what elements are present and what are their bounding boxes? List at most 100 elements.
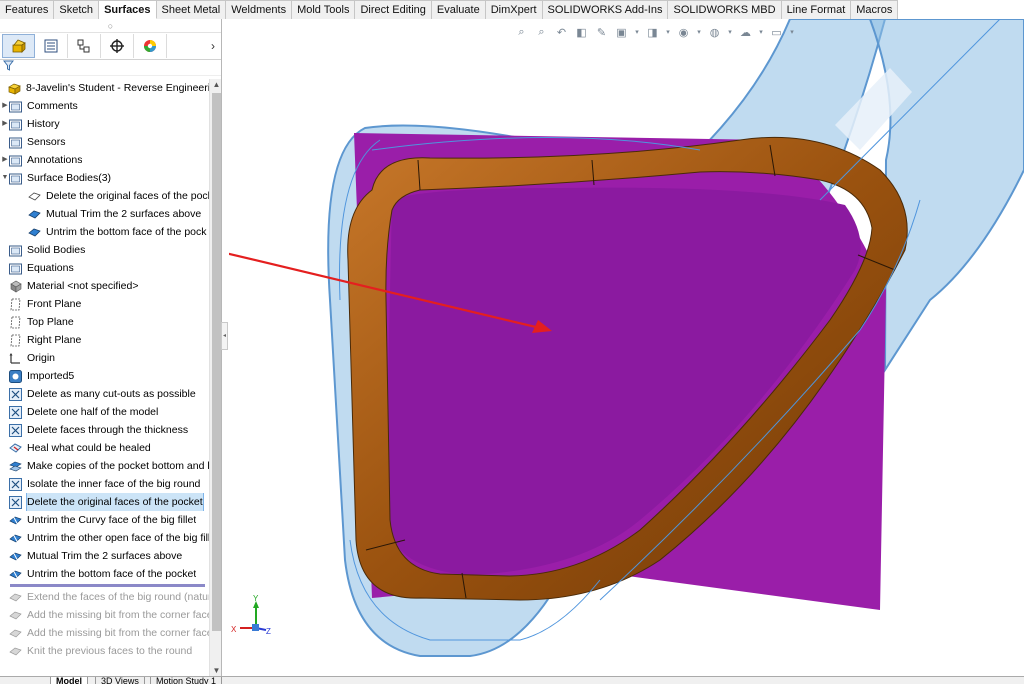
command-tab-evaluate[interactable]: Evaluate xyxy=(431,0,486,19)
apply-scene-icon[interactable]: ☁ xyxy=(737,24,754,40)
tree-item[interactable]: Delete the original faces of the pock xyxy=(0,187,209,205)
bottom-tab-motion-study-1[interactable]: Motion Study 1 xyxy=(150,677,223,684)
tree-item[interactable]: Imported5 xyxy=(0,367,209,385)
tree-item[interactable]: Untrim the Curvy face of the big fillet xyxy=(0,511,209,529)
dimxpert-manager-tab[interactable] xyxy=(101,34,134,58)
display-style-icon[interactable]: ◨ xyxy=(644,24,661,40)
display-manager-tab[interactable] xyxy=(134,34,167,58)
command-tab-sheet-metal[interactable]: Sheet Metal xyxy=(156,0,227,19)
graphics-area[interactable]: Y X Z ⌕ ⌕ ↶ ◧ ✎ ▣ ▾ ◨ ▾ ◉ ▾ ◍ ▾ ☁ ▾ ▭ ▾ xyxy=(229,19,1024,676)
surface-body-icon xyxy=(28,208,41,221)
panel-grip-handle[interactable]: ○ xyxy=(0,19,221,33)
view-orientation-icon[interactable]: ▣ xyxy=(613,24,630,40)
tree-item[interactable]: Sensors xyxy=(0,133,209,151)
command-tab-mold-tools[interactable]: Mold Tools xyxy=(292,0,356,19)
tree-item[interactable]: Untrim the bottom face of the pock xyxy=(0,223,209,241)
tree-item[interactable]: Untrim the bottom face of the pocket xyxy=(0,565,209,583)
origin-icon xyxy=(9,352,22,365)
chevron-down-icon[interactable]: ▾ xyxy=(788,24,796,40)
tree-item[interactable]: ▶ Annotations xyxy=(0,151,209,169)
tree-item[interactable]: Material <not specified> xyxy=(0,277,209,295)
tree-item[interactable]: Delete one half of the model xyxy=(0,403,209,421)
property-manager-tab[interactable] xyxy=(35,34,68,58)
tree-item[interactable]: Right Plane xyxy=(0,331,209,349)
tree-item[interactable]: Delete faces through the thickness xyxy=(0,421,209,439)
section-view-icon[interactable]: ◧ xyxy=(573,24,590,40)
previous-view-icon[interactable]: ↶ xyxy=(553,24,570,40)
bottom-tab-model[interactable]: Model xyxy=(50,677,88,684)
feature-tree-scrollbar[interactable]: ▲ ▼ xyxy=(209,79,221,677)
configuration-manager-tab[interactable] xyxy=(68,34,101,58)
zoom-area-icon[interactable]: ⌕ xyxy=(533,24,550,40)
tree-expander-icon[interactable]: ▼ xyxy=(1,169,9,187)
tree-item-label: Add the missing bit from the corner face xyxy=(27,627,209,639)
tree-item[interactable]: Add the missing bit from the corner face xyxy=(0,606,209,624)
command-tab-macros[interactable]: Macros xyxy=(851,0,899,19)
command-tab-features[interactable]: Features xyxy=(0,0,55,19)
tree-item[interactable]: ▶ History xyxy=(0,115,209,133)
tree-item[interactable]: Equations xyxy=(0,259,209,277)
tree-item[interactable]: Origin xyxy=(0,349,209,367)
tree-expander-icon[interactable]: ▶ xyxy=(1,97,9,115)
tree-item[interactable]: Mutual Trim the 2 surfaces above xyxy=(0,547,209,565)
tree-item[interactable]: Isolate the inner face of the big round xyxy=(0,475,209,493)
command-tab-surfaces[interactable]: Surfaces xyxy=(99,0,157,19)
command-tab-line-format[interactable]: Line Format xyxy=(781,0,852,19)
scroll-up-arrow[interactable]: ▲ xyxy=(210,80,221,89)
tree-item[interactable]: Solid Bodies xyxy=(0,241,209,259)
feature-tree: 8-Javelin's Student - Reverse Engineerin… xyxy=(0,79,209,673)
command-tab-sketch[interactable]: Sketch xyxy=(54,0,100,19)
tree-item-label: History xyxy=(27,118,60,130)
tree-item[interactable]: Make copies of the pocket bottom and b xyxy=(0,457,209,475)
tree-item[interactable]: Mutual Trim the 2 surfaces above xyxy=(0,205,209,223)
edit-appearance-icon[interactable]: ◍ xyxy=(706,24,723,40)
tree-item[interactable]: Delete as many cut-outs as possible xyxy=(0,385,209,403)
command-tab-weldments[interactable]: Weldments xyxy=(226,0,293,19)
sensors-folder-icon xyxy=(9,136,22,149)
tree-item[interactable]: Front Plane xyxy=(0,295,209,313)
command-tab-solidworks-mbd[interactable]: SOLIDWORKS MBD xyxy=(668,0,782,19)
display-manager-icon xyxy=(144,40,156,52)
chevron-down-icon[interactable]: ▾ xyxy=(757,24,765,40)
manager-tabs-scroll-right[interactable]: › xyxy=(205,39,221,53)
scrollbar-thumb[interactable] xyxy=(212,93,221,631)
command-tab-dimxpert[interactable]: DimXpert xyxy=(485,0,543,19)
hide-show-icon[interactable]: ◉ xyxy=(675,24,692,40)
command-tab-direct-editing[interactable]: Direct Editing xyxy=(355,0,432,19)
chevron-down-icon[interactable]: ▾ xyxy=(664,24,672,40)
view-settings-icon[interactable]: ▭ xyxy=(768,24,785,40)
dynamic-annotation-icon[interactable]: ✎ xyxy=(593,24,610,40)
tree-item[interactable]: 8-Javelin's Student - Reverse Engineerin… xyxy=(0,79,209,97)
scroll-down-arrow[interactable]: ▼ xyxy=(210,666,221,675)
tree-item-label: Top Plane xyxy=(27,316,74,328)
plane-icon xyxy=(9,298,22,311)
tree-item-label: Extend the faces of the big round (natur… xyxy=(27,591,209,603)
tree-item[interactable]: Heal what could be healed xyxy=(0,439,209,457)
chevron-down-icon[interactable]: ▾ xyxy=(726,24,734,40)
tree-item-label: Solid Bodies xyxy=(27,244,86,256)
tree-item[interactable]: Untrim the other open face of the big fi… xyxy=(0,529,209,547)
untrim-surface-icon xyxy=(9,514,22,527)
rollback-bar[interactable] xyxy=(10,584,205,587)
chevron-down-icon[interactable]: ▾ xyxy=(633,24,641,40)
tree-item[interactable]: Add the missing bit from the corner face xyxy=(0,624,209,642)
command-tab-solidworks-add-ins[interactable]: SOLIDWORKS Add-Ins xyxy=(542,0,669,19)
bottom-tab-3d-views[interactable]: 3D Views xyxy=(95,677,145,684)
feature-tree-filter[interactable] xyxy=(0,60,221,76)
tree-item[interactable]: Extend the faces of the big round (natur… xyxy=(0,588,209,606)
feature-manager-tab[interactable] xyxy=(2,34,35,58)
tree-item[interactable]: Top Plane xyxy=(0,313,209,331)
zoom-to-fit-icon[interactable]: ⌕ xyxy=(513,24,530,40)
panel-collapse-handle[interactable]: ◂ xyxy=(221,322,228,350)
tree-item[interactable]: Delete the original faces of the pocket xyxy=(0,493,209,511)
coordinate-triad: Y X Z xyxy=(231,594,271,636)
manager-tabs: › xyxy=(0,33,221,60)
tree-expander-icon[interactable]: ▶ xyxy=(1,151,9,169)
tree-item-label: Delete one half of the model xyxy=(27,406,159,418)
tree-expander-icon[interactable]: ▶ xyxy=(1,115,9,133)
imported-feature-icon xyxy=(9,369,22,383)
tree-item[interactable]: ▶ Comments xyxy=(0,97,209,115)
tree-item[interactable]: ▼ Surface Bodies(3) xyxy=(0,169,209,187)
chevron-down-icon[interactable]: ▾ xyxy=(695,24,703,40)
tree-item[interactable]: Knit the previous faces to the round xyxy=(0,642,209,660)
